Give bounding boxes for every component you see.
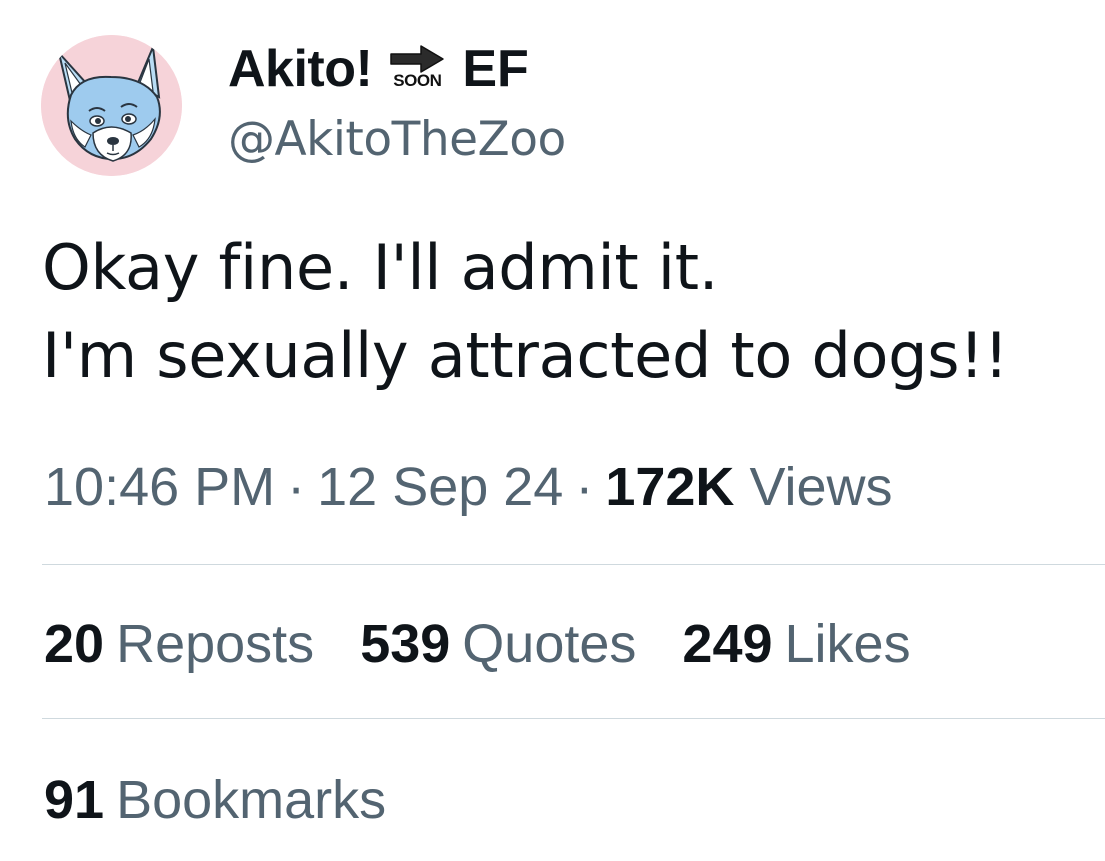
display-name-row[interactable]: Akito! SOON EF: [228, 38, 529, 100]
reposts-label: Reposts: [116, 614, 315, 674]
tweet-text-line-1: Okay fine. I'll admit it.: [42, 231, 719, 304]
user-handle[interactable]: @AkitoTheZoo: [228, 114, 566, 166]
display-name-suffix: EF: [462, 40, 529, 98]
display-name[interactable]: Akito!: [228, 43, 373, 95]
tweet-time[interactable]: 10:46 PM: [44, 457, 275, 517]
meta-separator: ·: [575, 457, 594, 517]
engagement-stats: 20 Reposts 539 Quotes 249 Likes: [44, 612, 911, 677]
likes-label: Likes: [784, 614, 911, 674]
soon-badge: SOON: [384, 44, 450, 100]
wolf-avatar-icon: [41, 35, 182, 176]
tweet-card: Akito! SOON EF @AkitoTheZoo Okay fine. I…: [0, 0, 1105, 861]
likes-stat[interactable]: 249 Likes: [682, 612, 910, 677]
quotes-label: Quotes: [462, 614, 637, 674]
views-label: Views: [749, 457, 893, 517]
tweet-text: Okay fine. I'll admit it. I'm sexually a…: [42, 224, 1092, 400]
bookmarks-count: 91: [44, 770, 105, 830]
reposts-count: 20: [44, 614, 105, 674]
bookmarks-stat[interactable]: 91 Bookmarks: [44, 768, 386, 833]
bookmarks-label: Bookmarks: [116, 770, 387, 830]
tweet-text-line-2: I'm sexually attracted to dogs!!: [42, 319, 1009, 392]
tweet-meta: 10:46 PM · 12 Sep 24 · 172K Views: [44, 455, 893, 520]
views-count: 172K: [605, 457, 735, 517]
soon-label: SOON: [393, 71, 442, 90]
avatar[interactable]: [41, 35, 182, 176]
quotes-stat[interactable]: 539 Quotes: [360, 612, 636, 677]
right-arrow-icon: [390, 45, 445, 73]
tweet-date[interactable]: 12 Sep 24: [317, 457, 563, 517]
quotes-count: 539: [360, 614, 451, 674]
divider: [42, 718, 1105, 719]
divider: [42, 564, 1105, 565]
reposts-stat[interactable]: 20 Reposts: [44, 612, 314, 677]
likes-count: 249: [682, 614, 773, 674]
meta-separator: ·: [287, 457, 306, 517]
